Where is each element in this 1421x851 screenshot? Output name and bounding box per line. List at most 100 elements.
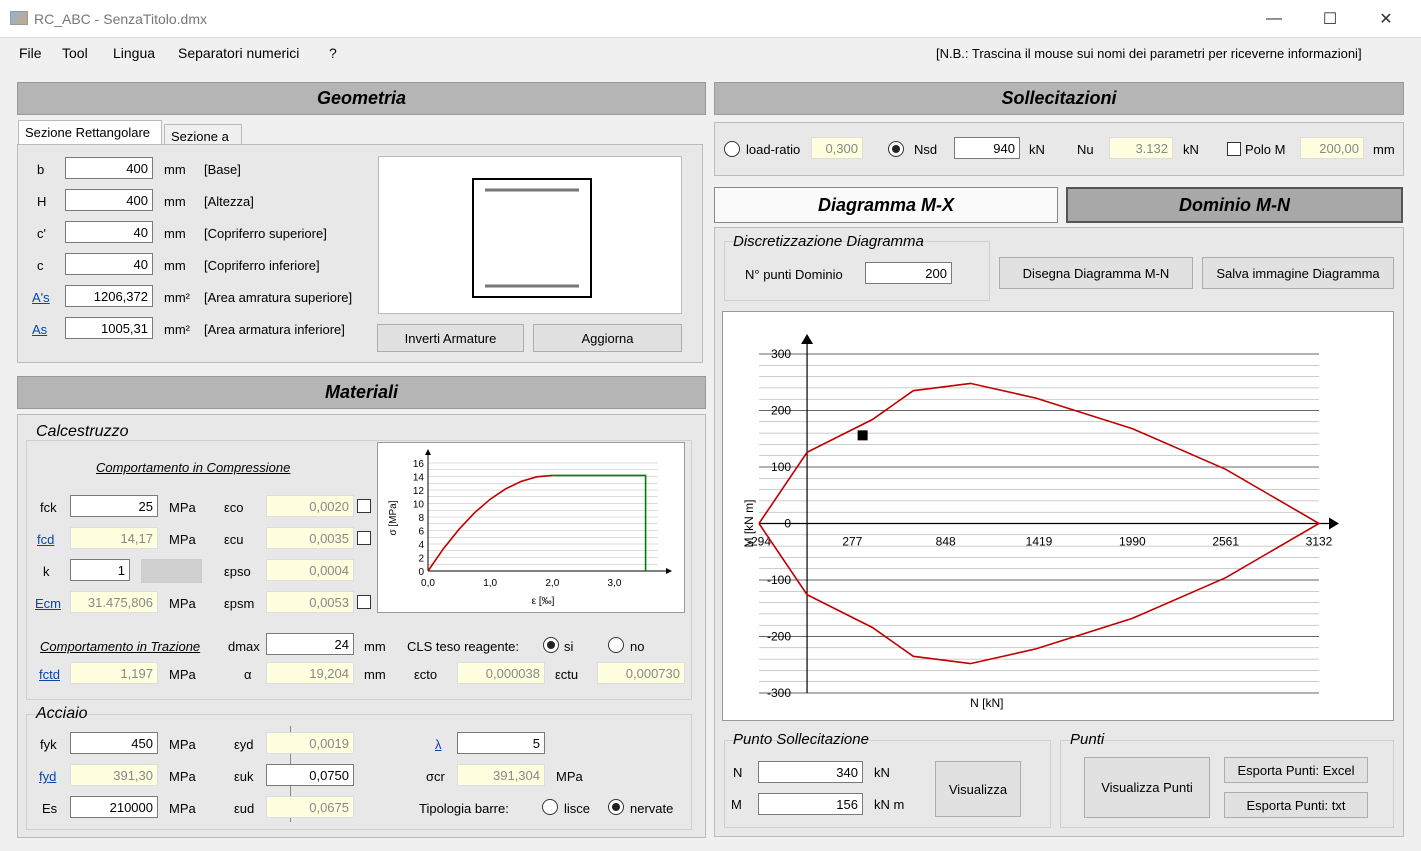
ecm-value: 31.475,806 [70,591,158,613]
geo-input-4[interactable]: 1206,372 [65,285,153,307]
es-label: Es [42,801,58,816]
section-preview [378,156,682,314]
nsd-radio[interactable] [888,141,904,157]
fyd-label[interactable]: fyd [39,769,56,784]
polo-m-checkbox[interactable] [1227,142,1241,156]
ss-y-tick-label: 10 [413,500,425,511]
ecu-checkbox[interactable] [357,531,371,545]
cls-teso-si-label: si [564,639,574,654]
maximize-button[interactable]: ☐ [1307,0,1353,38]
salva-immagine-button[interactable]: Salva immagine Diagramma [1202,257,1394,289]
polo-m-value: 200,00 [1300,137,1364,159]
visualizza-punti-button[interactable]: Visualizza Punti [1084,757,1210,818]
ss-x-tick-label: 2,0 [545,578,559,589]
visualizza-button[interactable]: Visualizza [935,761,1021,817]
menu-tool[interactable]: Tool [62,45,88,61]
close-button[interactable]: ✕ [1363,0,1409,38]
k-label: k [43,564,50,579]
tab-sezione-rettangolare[interactable]: Sezione Rettangolare [18,120,162,144]
nervate-radio[interactable] [608,799,624,815]
epsm-checkbox[interactable] [357,595,371,609]
nu-label: Nu [1077,142,1094,157]
esporta-excel-button[interactable]: Esporta Punti: Excel [1224,757,1368,783]
alpha-label: α [244,667,252,682]
aggiorna-button[interactable]: Aggiorna [533,324,682,352]
esporta-txt-button[interactable]: Esporta Punti: txt [1224,792,1368,818]
lisce-radio[interactable] [542,799,558,815]
ecm-label[interactable]: Ecm [35,596,61,611]
menu-lingua[interactable]: Lingua [113,45,155,61]
euk-input[interactable]: 0,0750 [266,764,354,786]
lambda-input[interactable]: 5 [457,732,545,754]
ss-x-arrow [666,568,672,574]
geo-input-1[interactable]: 400 [65,189,153,211]
epsm-value: 0,0053 [266,591,354,613]
dmax-input[interactable]: 24 [266,633,354,655]
tab-dominio-mn[interactable]: Dominio M-N [1066,187,1403,223]
menu-file[interactable]: File [19,45,42,61]
lisce-label: lisce [564,801,591,816]
cls-teso-no-label: no [630,639,645,654]
tab-diagramma-mx[interactable]: Diagramma M-X [714,187,1058,223]
geo-desc-2: [Copriferro superiore] [204,226,327,241]
punti-dominio-input[interactable]: 200 [865,262,952,284]
geo-label-4[interactable]: A's [32,290,50,305]
geo-label-5[interactable]: As [32,322,47,337]
eco-checkbox[interactable] [357,499,371,513]
minimize-button[interactable]: — [1251,0,1297,38]
load-ratio-radio[interactable] [724,141,740,157]
disegna-diagramma-button[interactable]: Disegna Diagramma M-N [999,257,1193,289]
cls-teso-no-radio[interactable] [608,637,624,653]
lambda-label[interactable]: λ [435,737,442,752]
alpha-unit: mm [364,667,386,682]
ectu-value: 0,000730 [597,662,685,684]
nsd-input[interactable]: 940 [954,137,1020,159]
fctd-label[interactable]: fctd [39,667,60,682]
geo-unit-4: mm² [164,290,190,305]
punti-dominio-label: N° punti Dominio [745,267,843,282]
geo-unit-5: mm² [164,322,190,337]
punto-m-input[interactable]: 156 [758,793,863,815]
ecm-unit: MPa [169,596,196,611]
cls-teso-si-radio[interactable] [543,637,559,653]
menu-help[interactable]: ? [329,45,337,61]
punto-n-input[interactable]: 340 [758,761,863,783]
es-input[interactable]: 210000 [70,796,158,818]
inverti-armature-button[interactable]: Inverti Armature [377,324,524,352]
geo-input-2[interactable]: 40 [65,221,153,243]
ecto-value: 0,000038 [457,662,545,684]
nu-value: 3.132 [1109,137,1173,159]
menu-separatori[interactable]: Separatori numerici [178,45,299,61]
fck-label: fck [40,500,57,515]
scr-label: σcr [426,769,445,784]
ss-y-tick-label: 16 [413,459,425,470]
nsd-unit: kN [1029,142,1045,157]
fcd-label[interactable]: fcd [37,532,54,547]
mn-x-tick-label: 848 [936,535,956,549]
geo-input-0[interactable]: 400 [65,157,153,179]
fcd-unit: MPa [169,532,196,547]
ss-y-tick-label: 2 [418,554,424,565]
cls-teso-label: CLS teso reagente: [407,639,520,654]
alpha-value: 19,204 [266,662,354,684]
dominio-mn-chart: 300 200 100 0 -100 -200 -300 -294 277 848 1419 1990… [722,311,1394,721]
geo-input-3[interactable]: 40 [65,253,153,275]
fyd-unit: MPa [169,769,196,784]
title-bar [0,0,1421,38]
mn-y-arrow [801,334,814,344]
trazione-title: Comportamento in Trazione [40,639,201,654]
fyk-input[interactable]: 450 [70,732,158,754]
mn-x-arrow [1329,517,1339,530]
load-ratio-value: 0,300 [811,137,863,159]
mn-y-tick-label: -200 [767,630,791,644]
geo-unit-2: mm [164,226,186,241]
scr-unit: MPa [556,769,583,784]
mn-y-tick-label: -100 [767,573,791,587]
k-extra-field [141,559,202,583]
ecu-label: εcu [224,532,244,547]
punto-m-unit: kN m [874,797,905,812]
geo-input-5[interactable]: 1005,31 [65,317,153,339]
tab-sezione-t[interactable]: Sezione a T [164,124,242,159]
k-input[interactable]: 1 [70,559,130,581]
fck-input[interactable]: 25 [70,495,158,517]
